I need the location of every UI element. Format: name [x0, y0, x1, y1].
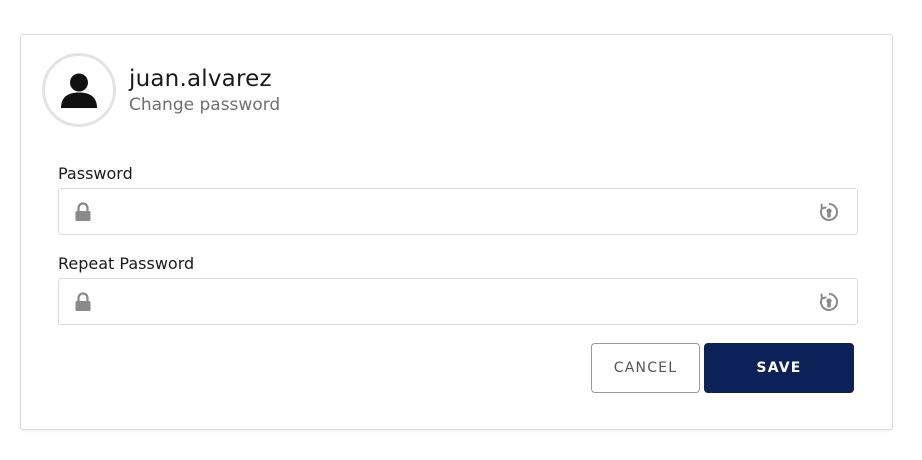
repeat-password-input[interactable] — [105, 279, 805, 324]
page-subtitle: Change password — [129, 95, 281, 115]
save-button[interactable]: SAVE — [704, 343, 854, 393]
lock-icon — [74, 292, 92, 316]
password-input[interactable] — [105, 189, 805, 234]
change-password-card: juan.alvarez Change password Password Re… — [20, 34, 893, 430]
eye-reveal-icon[interactable] — [818, 291, 840, 317]
password-field — [58, 188, 858, 235]
lock-icon — [74, 202, 92, 226]
repeat-password-label: Repeat Password — [58, 254, 195, 273]
username: juan.alvarez — [129, 66, 272, 92]
user-avatar-icon — [61, 73, 97, 108]
repeat-password-field — [58, 278, 858, 325]
cancel-button[interactable]: CANCEL — [591, 343, 700, 393]
eye-reveal-icon[interactable] — [818, 201, 840, 227]
password-label: Password — [58, 164, 133, 183]
user-info: juan.alvarez Change password — [129, 65, 280, 117]
avatar — [42, 53, 116, 127]
